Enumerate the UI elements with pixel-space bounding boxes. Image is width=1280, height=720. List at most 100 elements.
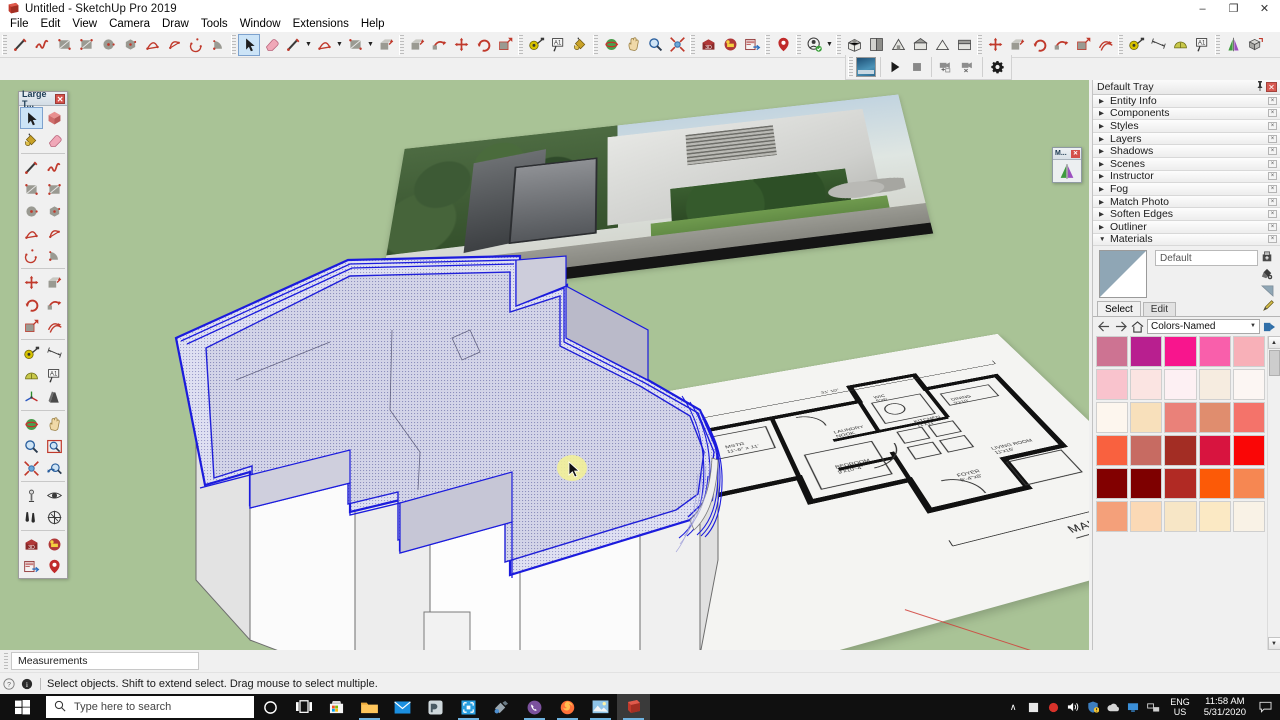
protractor-tool-icon[interactable] bbox=[20, 364, 43, 386]
line-tool-icon[interactable] bbox=[20, 156, 43, 178]
rotate-tool-icon[interactable] bbox=[20, 293, 43, 315]
action-center-icon[interactable] bbox=[1254, 694, 1276, 720]
pie-tool-icon[interactable] bbox=[43, 244, 66, 266]
rotate-tool-icon[interactable] bbox=[1028, 34, 1050, 56]
material-swatch[interactable] bbox=[1096, 435, 1129, 467]
menu-file[interactable]: File bbox=[4, 17, 35, 32]
tape-measure-tool-icon[interactable] bbox=[1125, 34, 1147, 56]
screen-recorder-icon[interactable] bbox=[452, 694, 485, 720]
material-swatch[interactable] bbox=[1130, 468, 1163, 500]
tray-close-button[interactable]: ✕ bbox=[1266, 82, 1277, 92]
security-shield-icon[interactable] bbox=[1084, 694, 1102, 720]
top-view-icon[interactable] bbox=[865, 34, 887, 56]
stop-icon[interactable] bbox=[906, 56, 928, 78]
solid-tools-icon[interactable] bbox=[1244, 34, 1266, 56]
panel-close-button[interactable]: × bbox=[1268, 121, 1277, 130]
close-button[interactable]: ✕ bbox=[1249, 0, 1280, 17]
tape-measure-tool-icon[interactable] bbox=[20, 342, 43, 364]
toolbar-grip[interactable] bbox=[1118, 34, 1123, 55]
zoom-window-tool-icon[interactable] bbox=[43, 435, 66, 457]
circle-tool-icon[interactable] bbox=[97, 34, 119, 56]
toolbar-grip[interactable] bbox=[2, 34, 7, 55]
material-swatch[interactable] bbox=[1096, 336, 1129, 368]
back-view-icon[interactable] bbox=[931, 34, 953, 56]
microsoft-store-icon[interactable] bbox=[320, 694, 353, 720]
circle-tool-icon[interactable] bbox=[20, 200, 43, 222]
share-model-icon[interactable] bbox=[741, 34, 763, 56]
arc-tool-icon[interactable] bbox=[313, 34, 335, 56]
minimize-button[interactable]: – bbox=[1187, 0, 1218, 17]
task-view-icon[interactable] bbox=[287, 694, 320, 720]
pushpull-tool-icon[interactable] bbox=[406, 34, 428, 56]
followme-tool-icon[interactable] bbox=[1050, 34, 1072, 56]
position-camera-icon[interactable] bbox=[20, 484, 43, 506]
freehand-tool-icon[interactable] bbox=[31, 34, 53, 56]
scrollbar-thumb[interactable] bbox=[1268, 350, 1280, 377]
tray-panel-styles[interactable]: ▶ Styles × bbox=[1093, 120, 1280, 133]
add-location-icon[interactable] bbox=[43, 555, 66, 577]
menu-draw[interactable]: Draw bbox=[156, 17, 195, 32]
tray-panel-soften-edges[interactable]: ▶ Soften Edges × bbox=[1093, 208, 1280, 221]
iso-view-icon[interactable] bbox=[843, 34, 865, 56]
move-tool-icon[interactable] bbox=[450, 34, 472, 56]
palette-close-button[interactable]: ✕ bbox=[55, 93, 65, 104]
polygon-tool-icon[interactable] bbox=[43, 200, 66, 222]
selected-building-mass[interactable] bbox=[0, 80, 1089, 650]
create-material-icon[interactable] bbox=[1260, 250, 1274, 264]
chevron-down-icon[interactable]: ▼ bbox=[366, 34, 375, 56]
arrow-left-icon[interactable] bbox=[1096, 319, 1111, 334]
panel-close-button[interactable]: × bbox=[1268, 147, 1277, 156]
material-swatch[interactable] bbox=[1198, 369, 1231, 401]
home-icon[interactable] bbox=[1130, 319, 1145, 334]
line-tool-icon[interactable] bbox=[282, 34, 304, 56]
record-icon[interactable] bbox=[1044, 694, 1062, 720]
stop-record-icon[interactable] bbox=[1024, 694, 1042, 720]
chevron-down-icon[interactable]: ▼ bbox=[304, 34, 313, 56]
paint-bucket-tool-icon[interactable] bbox=[20, 129, 43, 151]
add-camera-icon[interactable] bbox=[935, 56, 957, 78]
select-tool-icon[interactable] bbox=[238, 33, 260, 56]
photoshop-icon[interactable] bbox=[419, 694, 452, 720]
toolbar-grip[interactable] bbox=[836, 34, 841, 55]
rotate-tool-icon[interactable] bbox=[472, 34, 494, 56]
lumion-logo-icon[interactable] bbox=[855, 56, 877, 78]
offset-tool-icon[interactable] bbox=[43, 315, 66, 337]
toolbar-grip[interactable] bbox=[848, 57, 853, 77]
orbit-tool-icon[interactable] bbox=[20, 413, 43, 435]
panel-close-button[interactable]: × bbox=[1268, 210, 1277, 219]
tray-panel-entity-info[interactable]: ▶ Entity Info × bbox=[1093, 95, 1280, 108]
tray-panel-outliner[interactable]: ▶ Outliner × bbox=[1093, 221, 1280, 234]
rectangle-tool-icon[interactable] bbox=[53, 34, 75, 56]
toolbar-grip[interactable] bbox=[977, 34, 982, 55]
material-swatch[interactable] bbox=[1096, 369, 1129, 401]
extension-warehouse-icon[interactable] bbox=[43, 533, 66, 555]
volume-icon[interactable] bbox=[1064, 694, 1082, 720]
toolbar-grip[interactable] bbox=[1215, 34, 1220, 55]
material-swatch[interactable] bbox=[1096, 501, 1129, 533]
material-swatch[interactable] bbox=[1198, 402, 1231, 434]
photos-icon[interactable] bbox=[584, 694, 617, 720]
toolbar-grip[interactable] bbox=[399, 34, 404, 55]
material-swatch[interactable] bbox=[1232, 501, 1265, 533]
paint-bucket-tool-icon[interactable] bbox=[569, 34, 591, 56]
scroll-up-button[interactable]: ▲ bbox=[1267, 336, 1280, 350]
pan-tool-icon[interactable] bbox=[622, 34, 644, 56]
scroll-down-button[interactable]: ▼ bbox=[1267, 637, 1280, 650]
toolbar-grip[interactable] bbox=[231, 34, 236, 55]
material-swatch[interactable] bbox=[1232, 336, 1265, 368]
text-tool-icon[interactable]: A1 bbox=[547, 34, 569, 56]
user-account-icon[interactable] bbox=[803, 34, 825, 56]
eraser-tool-icon[interactable] bbox=[260, 34, 282, 56]
front-view-icon[interactable] bbox=[887, 34, 909, 56]
mini-toolbar-close-button[interactable]: ✕ bbox=[1071, 149, 1080, 158]
material-swatch[interactable] bbox=[1198, 435, 1231, 467]
zoom-tool-icon[interactable] bbox=[644, 34, 666, 56]
tray-panel-materials[interactable]: ▼ Materials × bbox=[1093, 233, 1280, 247]
section-plane-icon[interactable] bbox=[43, 506, 66, 528]
freehand-tool-icon[interactable] bbox=[43, 156, 66, 178]
pencil-icon[interactable] bbox=[1262, 299, 1275, 315]
palette-title-bar[interactable]: Large T... ✕ bbox=[19, 89, 67, 109]
look-around-icon[interactable] bbox=[43, 484, 66, 506]
mail-icon[interactable] bbox=[386, 694, 419, 720]
details-arrow-icon[interactable] bbox=[1262, 319, 1277, 334]
